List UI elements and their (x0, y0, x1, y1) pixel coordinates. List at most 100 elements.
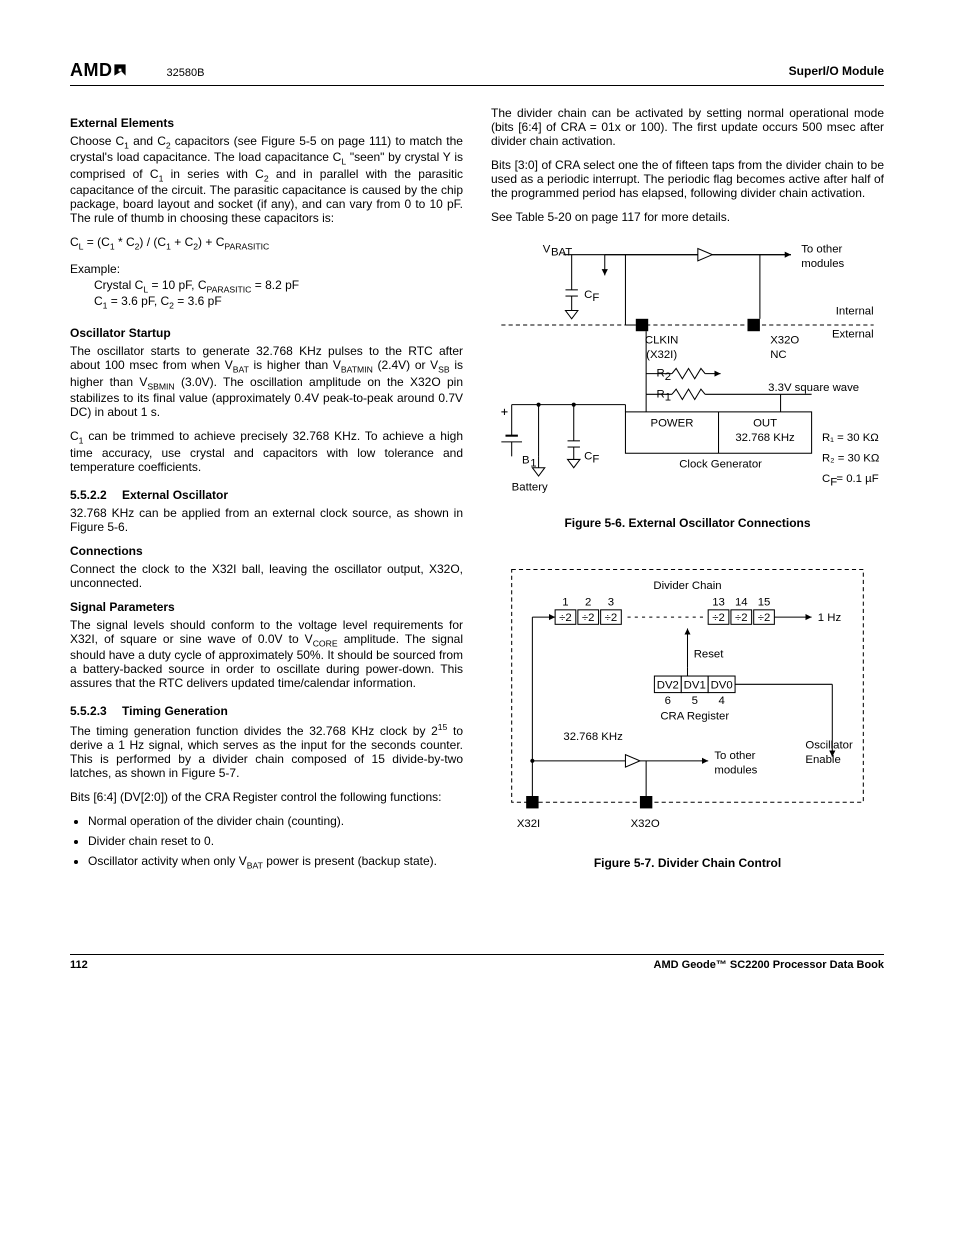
svg-text:2: 2 (665, 371, 671, 383)
lbl-modules-2: modules (714, 764, 757, 776)
lbl-cra: CRA Register (660, 710, 729, 722)
lbl-b1: B (522, 455, 530, 467)
svg-text:÷2: ÷2 (735, 612, 748, 624)
svg-text:÷2: ÷2 (582, 612, 595, 624)
heading-osc-startup: Oscillator Startup (70, 326, 463, 340)
para-osc-startup: The oscillator starts to generate 32.768… (70, 344, 463, 419)
svg-text:6: 6 (665, 695, 671, 707)
svg-text:DV1: DV1 (684, 679, 706, 691)
para-signal-params: The signal levels should conform to the … (70, 618, 463, 690)
svg-text:5: 5 (692, 695, 698, 707)
figure-5-6-svg: Internal External V BAT CF To othe (491, 234, 884, 503)
page-footer: 112 AMD Geode™ SC2200 Processor Data Boo… (70, 954, 884, 971)
lbl-r2v: R₂ = 30 KΩ (822, 453, 879, 465)
header-left: AMD 32580B (70, 60, 204, 81)
svg-text:4: 4 (718, 695, 724, 707)
para-ext-elements: Choose C1 and C2 capacitors (see Figure … (70, 134, 463, 225)
svg-text:14: 14 (735, 597, 748, 609)
para-taps: Bits [3:0] of CRA select one the of fift… (491, 158, 884, 200)
lbl-out: OUT (753, 417, 777, 429)
lbl-to-other-1: To other (801, 244, 842, 256)
lbl-reset: Reset (694, 648, 725, 660)
page-header: AMD 32580B SuperI/O Module (70, 60, 884, 86)
svg-text:BAT: BAT (551, 247, 572, 259)
heading-external-elements: External Elements (70, 116, 463, 130)
heading-signal-params: Signal Parameters (70, 600, 463, 614)
svg-text:÷2: ÷2 (758, 612, 771, 624)
lbl-r1v: R₁ = 30 KΩ (822, 432, 879, 444)
bullet-2: Divider chain reset to 0. (88, 834, 463, 848)
figure-5-7: Divider Chain 1 2 3 ÷2 ÷2 ÷2 13 14 15 (491, 554, 884, 847)
example-values: Crystal CL = 10 pF, CPARASITIC = 8.2 pF … (94, 278, 463, 311)
lbl-vbat: V (543, 244, 551, 256)
svg-text:= 0.1 µF: = 0.1 µF (836, 473, 878, 485)
doc-number: 32580B (167, 67, 205, 79)
lbl-osc: Oscillator (805, 739, 853, 751)
lbl-1hz: 1 Hz (818, 612, 842, 624)
para-bits: Bits [6:4] (DV[2:0]) of the CRA Register… (70, 790, 463, 804)
lbl-x32i: (X32I) (646, 349, 677, 361)
svg-text:3: 3 (608, 597, 614, 609)
lbl-nc: NC (770, 349, 786, 361)
formula-cl: CL = (C1 * C2) / (C1 + C2) + CPARASITIC (70, 235, 463, 251)
content-columns: External Elements Choose C1 and C2 capac… (70, 106, 884, 894)
svg-text:15: 15 (758, 597, 771, 609)
lbl-clkgen2: Clock Generator (679, 459, 762, 471)
svg-text:1: 1 (562, 597, 568, 609)
svg-text:DV0: DV0 (711, 679, 733, 691)
bullet-1: Normal operation of the divider chain (c… (88, 814, 463, 828)
figure-5-6-caption: Figure 5-6. External Oscillator Connecti… (491, 516, 884, 530)
lbl-cf-top: C (584, 289, 592, 301)
lbl-clkin: CLKIN (645, 335, 678, 347)
para-timing: The timing generation function divides t… (70, 722, 463, 780)
svg-text:DV2: DV2 (657, 679, 679, 691)
lbl-modules-1: modules (801, 258, 844, 270)
lbl-sqwave: 3.3V square wave (768, 382, 859, 394)
lbl-x32o-7: X32O (631, 818, 660, 830)
para-see-table: See Table 5-20 on page 117 for more deta… (491, 210, 884, 224)
lbl-external: External (832, 328, 874, 340)
lbl-cf-bot: C (584, 450, 592, 462)
para-osc-trim: C1 can be trimmed to achieve precisely 3… (70, 429, 463, 473)
lbl-cfv: C (822, 473, 830, 485)
lbl-internal: Internal (836, 306, 874, 318)
lbl-to-other-2: To other (714, 750, 755, 762)
lbl-clkgen1: 32.768 KHz (735, 432, 795, 444)
bullet-3: Oscillator activity when only VBAT power… (88, 854, 463, 870)
heading-connections: Connections (70, 544, 463, 558)
bullet-list: Normal operation of the divider chain (c… (70, 814, 463, 870)
lbl-power: POWER (651, 417, 694, 429)
svg-text:F: F (592, 292, 599, 304)
lbl-divchain: Divider Chain (653, 580, 721, 592)
para-ext-osc: 32.768 KHz can be applied from an extern… (70, 506, 463, 534)
amd-logo-icon (113, 63, 127, 77)
left-column: External Elements Choose C1 and C2 capac… (70, 106, 463, 894)
page-number: 112 (70, 959, 88, 971)
svg-text:1: 1 (665, 392, 671, 404)
example-label: Example: (70, 262, 463, 276)
lbl-battery: Battery (512, 481, 548, 493)
svg-text:13: 13 (712, 597, 725, 609)
svg-text:2: 2 (585, 597, 591, 609)
para-activate: The divider chain can be activated by se… (491, 106, 884, 148)
svg-text:÷2: ÷2 (559, 612, 572, 624)
svg-text:÷2: ÷2 (712, 612, 725, 624)
lbl-enable: Enable (805, 754, 840, 766)
figure-5-7-svg: Divider Chain 1 2 3 ÷2 ÷2 ÷2 13 14 15 (491, 554, 884, 844)
section-timing-generation: 5.5.2.3Timing Generation (70, 704, 463, 718)
svg-text:F: F (592, 454, 599, 466)
svg-text:÷2: ÷2 (605, 612, 618, 624)
latch-group-left: 1 2 3 ÷2 ÷2 ÷2 (555, 597, 621, 625)
figure-5-7-caption: Figure 5-7. Divider Chain Control (491, 856, 884, 870)
section-external-oscillator: 5.5.2.2External Oscillator (70, 488, 463, 502)
para-connections: Connect the clock to the X32I ball, leav… (70, 562, 463, 590)
right-column: The divider chain can be activated by se… (491, 106, 884, 894)
lbl-x32i-7: X32I (517, 818, 540, 830)
book-title: AMD Geode™ SC2200 Processor Data Book (654, 959, 884, 971)
lbl-khz: 32.768 KHz (563, 731, 623, 743)
lbl-x32o: X32O (770, 335, 799, 347)
latch-group-right: 13 14 15 ÷2 ÷2 ÷2 (708, 597, 774, 625)
figure-5-6: Internal External V BAT CF To othe (491, 234, 884, 506)
header-module: SuperI/O Module (789, 64, 884, 78)
amd-logo: AMD (70, 60, 127, 81)
